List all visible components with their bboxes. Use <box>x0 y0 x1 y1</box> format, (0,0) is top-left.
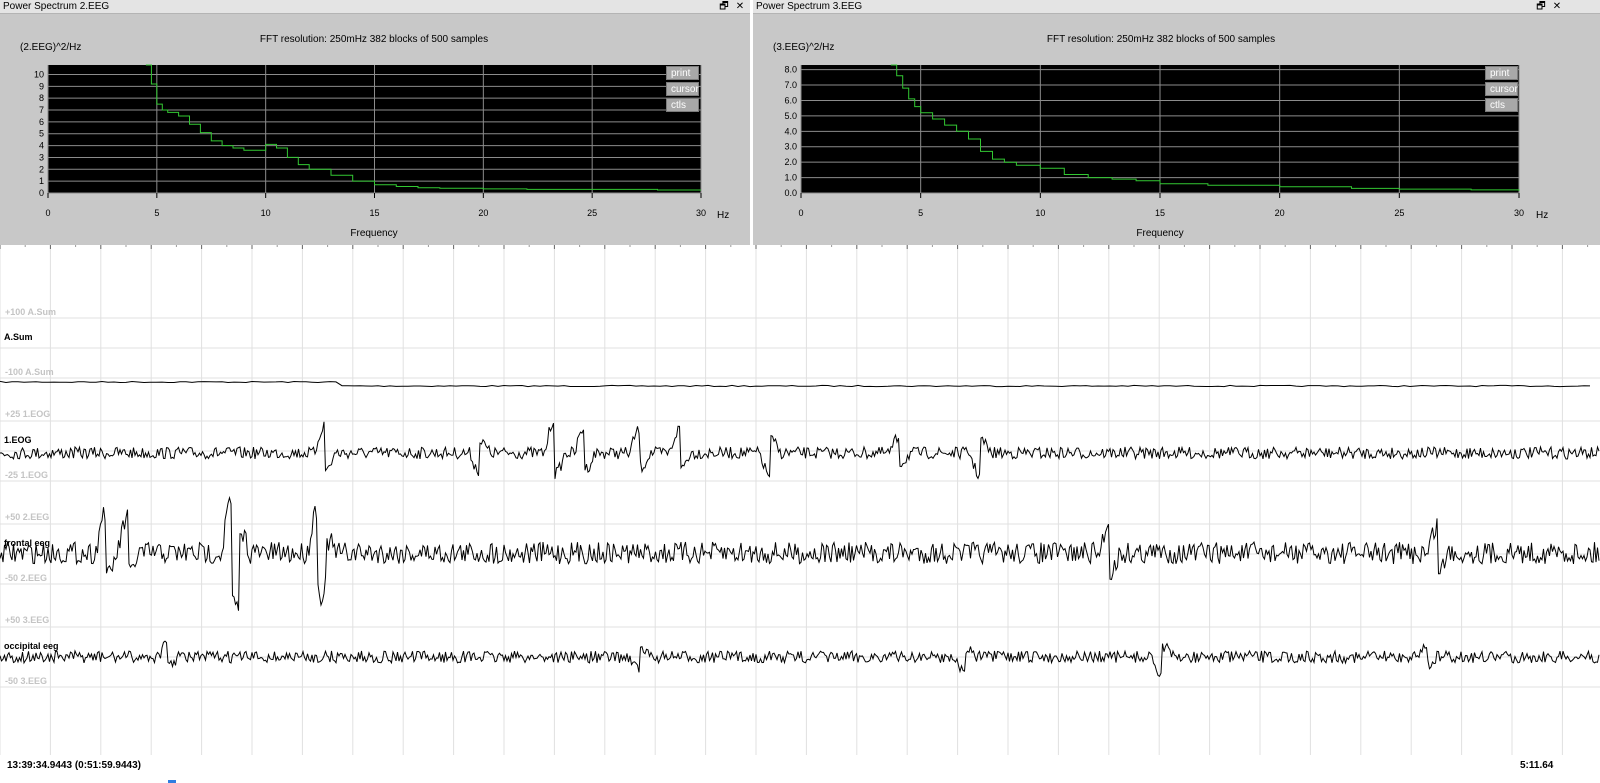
cursor-button[interactable]: cursor <box>666 82 699 96</box>
print-button[interactable]: print <box>666 66 699 80</box>
chart-view[interactable]: +100 A.Sum A.Sum -100 A.Sum +25 1.EOG 1.… <box>0 245 1600 783</box>
channel-a-sum[interactable]: +100 A.Sum A.Sum -100 A.Sum <box>0 307 1591 388</box>
channel-occipital-eeg[interactable]: +50 3.EEG occipital eeg -50 3.EEG <box>0 615 1600 686</box>
ctls-button[interactable]: ctls <box>666 98 699 112</box>
spectrum-chart-2: FFT resolution: 250mHz 382 blocks of 500… <box>773 34 1548 239</box>
time-grid <box>0 245 1600 755</box>
y-tick-label: 8 <box>39 93 44 103</box>
eog-trace <box>0 421 1600 480</box>
time-span-readout: 5:11.64 <box>1520 760 1554 771</box>
y-tick-label: 0.0 <box>784 188 797 198</box>
chart-1-ylabel: (2.EEG)^2/Hz <box>20 42 81 53</box>
a-sum-trace <box>0 380 1591 388</box>
y-tick-label: 0 <box>39 188 44 198</box>
close-icon[interactable]: ✕ <box>1551 0 1563 13</box>
chart-1-xlabel: Frequency <box>350 228 397 239</box>
channel-bottom-scale-label: -50 3.EEG <box>5 676 47 686</box>
channel-top-scale-label: +100 A.Sum <box>5 307 56 317</box>
x-tick-label: 25 <box>1394 208 1404 218</box>
x-tick-label: 5 <box>918 208 923 218</box>
cursor-time-readout: 13:39:34.9443 (0:51:59.9443) <box>7 760 141 771</box>
chart-1-subtitle: FFT resolution: 250mHz 382 blocks of 500… <box>260 34 488 45</box>
restore-icon[interactable]: 🗗 <box>1535 0 1547 13</box>
channel-top-scale-label: +50 2.EEG <box>5 512 49 522</box>
y-tick-label: 5 <box>39 129 44 139</box>
power-spectrum-panel-2: Power Spectrum 3.EEG 🗗 ✕ FFT resolution:… <box>753 0 1600 245</box>
y-tick-label: 6.0 <box>784 95 797 105</box>
occipital-eeg-trace <box>0 640 1600 678</box>
y-tick-label: 9 <box>39 81 44 91</box>
channel-1-eog[interactable]: +25 1.EOG 1.EOG -25 1.EOG <box>0 409 1600 480</box>
channel-name-label: A.Sum <box>4 332 33 342</box>
y-tick-label: 2 <box>39 164 44 174</box>
panel-2-title: Power Spectrum 3.EEG <box>756 1 863 12</box>
y-tick-label: 7.0 <box>784 80 797 90</box>
channel-top-scale-label: +50 3.EEG <box>5 615 49 625</box>
x-tick-label: 15 <box>1155 208 1165 218</box>
y-tick-label: 8.0 <box>784 65 797 75</box>
y-tick-label: 1 <box>39 176 44 186</box>
x-tick-label: 10 <box>1035 208 1045 218</box>
x-tick-label: 5 <box>154 208 159 218</box>
y-tick-label: 4 <box>39 141 44 151</box>
panel-1-titlebar[interactable]: Power Spectrum 2.EEG 🗗 ✕ <box>0 0 750 14</box>
channel-bottom-scale-label: -100 A.Sum <box>5 367 54 377</box>
cursor-button[interactable]: cursor <box>1485 82 1518 96</box>
channel-bottom-scale-label: -50 2.EEG <box>5 573 47 583</box>
y-tick-label: 5.0 <box>784 111 797 121</box>
spectrum-chart-1: FFT resolution: 250mHz 382 blocks of 500… <box>20 34 729 239</box>
chart-2-xunit: Hz <box>1536 210 1548 221</box>
x-tick-label: 25 <box>587 208 597 218</box>
y-tick-label: 3.0 <box>784 142 797 152</box>
channel-bottom-scale-label: -25 1.EOG <box>5 470 48 480</box>
y-tick-label: 1.0 <box>784 173 797 183</box>
x-tick-label: 20 <box>478 208 488 218</box>
y-tick-label: 10 <box>34 69 44 79</box>
x-tick-label: 30 <box>1514 208 1524 218</box>
y-tick-label: 6 <box>39 117 44 127</box>
x-tick-label: 0 <box>798 208 803 218</box>
restore-icon[interactable]: 🗗 <box>718 0 730 13</box>
x-tick-label: 20 <box>1275 208 1285 218</box>
power-spectrum-panel-1: Power Spectrum 2.EEG 🗗 ✕ FFT resolution:… <box>0 0 750 245</box>
y-tick-label: 3 <box>39 152 44 162</box>
panel-2-titlebar[interactable]: Power Spectrum 3.EEG 🗗 ✕ <box>753 0 1600 14</box>
x-tick-label: 15 <box>369 208 379 218</box>
x-tick-label: 10 <box>261 208 271 218</box>
channel-top-scale-label: +25 1.EOG <box>5 409 50 419</box>
ctls-button[interactable]: ctls <box>1485 98 1518 112</box>
y-tick-label: 4.0 <box>784 126 797 136</box>
chart-1-xunit: Hz <box>717 210 729 221</box>
y-tick-label: 2.0 <box>784 157 797 167</box>
panel-1-title: Power Spectrum 2.EEG <box>3 1 110 12</box>
channel-name-label: occipital eeg <box>4 641 59 651</box>
chart-2-xlabel: Frequency <box>1136 228 1183 239</box>
x-tick-label: 0 <box>45 208 50 218</box>
chart-2-subtitle: FFT resolution: 250mHz 382 blocks of 500… <box>1047 34 1275 45</box>
print-button[interactable]: print <box>1485 66 1518 80</box>
channel-name-label: 1.EOG <box>4 435 32 445</box>
y-tick-label: 7 <box>39 105 44 115</box>
x-tick-label: 30 <box>696 208 706 218</box>
chart-2-ylabel: (3.EEG)^2/Hz <box>773 42 834 53</box>
close-icon[interactable]: ✕ <box>734 0 746 13</box>
